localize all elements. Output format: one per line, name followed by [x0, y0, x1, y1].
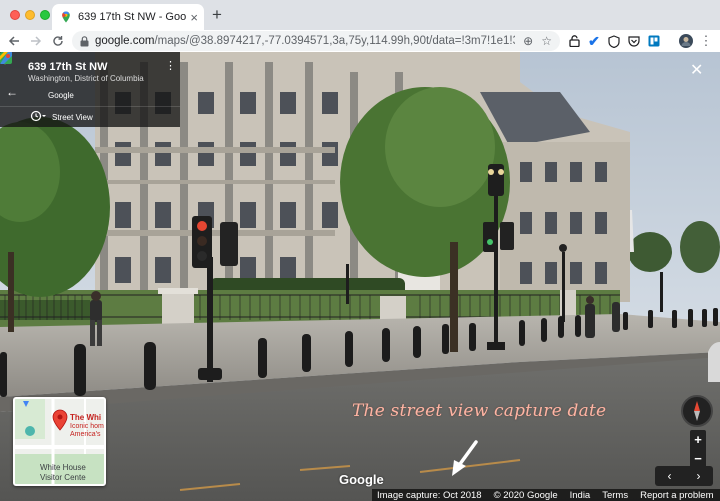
close-icon[interactable]: ✕ [690, 63, 703, 79]
minimap[interactable]: The Whi Iconic hom America's White House… [13, 397, 106, 486]
address-bar[interactable]: google.com/maps/@38.8974217,-77.0394571,… [72, 31, 560, 51]
country-link[interactable]: India [570, 490, 591, 501]
place-label: The Whi [70, 413, 102, 422]
trello-icon[interactable] [646, 33, 662, 49]
browser-toolbar: google.com/maps/@38.8974217,-77.0394571,… [0, 30, 720, 52]
window-maximize-button[interactable] [40, 10, 50, 20]
location-pin-icon [52, 409, 68, 431]
location-info-card: ← 639 17th St NW Washington, District of… [0, 52, 180, 127]
pan-left-button[interactable]: ‹ [655, 466, 684, 486]
visitor-center-label: White House [40, 463, 86, 472]
google-watermark: Google [339, 472, 384, 487]
google-maps-logo-icon [0, 52, 12, 64]
shield-icon[interactable] [606, 33, 622, 49]
new-tab-button[interactable]: + [212, 5, 222, 25]
url-path: /maps/@38.8974217,-77.0394571,3a,75y,114… [154, 35, 515, 47]
image-capture-date: Image capture: Oct 2018 [377, 489, 482, 501]
address-subtitle: Washington, District of Columbia [28, 74, 144, 83]
divider [0, 106, 180, 107]
tab-title: 639 17th St NW - Google Maps [78, 11, 187, 23]
lock-icon [80, 35, 89, 46]
tab-close-button[interactable]: × [190, 11, 198, 24]
zoom-control: + − [690, 430, 706, 468]
google-maps-favicon-icon [62, 11, 70, 23]
back-arrow-icon[interactable] [5, 32, 23, 50]
street-view-label: Street View [52, 113, 93, 122]
back-arrow-icon[interactable]: ← [6, 85, 18, 99]
street-view-panorama[interactable]: ← 639 17th St NW Washington, District of… [0, 52, 720, 501]
window-close-button[interactable] [10, 10, 20, 20]
more-options-icon[interactable]: ⋮ [165, 61, 176, 72]
bookmark-star-icon[interactable]: ☆ [541, 34, 552, 48]
forward-arrow-icon[interactable] [27, 32, 45, 50]
zoom-in-button[interactable]: + [690, 430, 706, 449]
reload-icon[interactable] [49, 32, 67, 50]
pan-right-button[interactable]: › [684, 466, 713, 486]
check-icon[interactable]: ✔ [586, 33, 602, 49]
place-description: Iconic hom [70, 423, 104, 430]
url-text: google.com/maps/@38.8974217,-77.0394571,… [95, 35, 515, 47]
visitor-center-label: Visitor Cente [40, 473, 86, 482]
browser-tab[interactable]: 639 17th St NW - Google Maps × [52, 4, 204, 30]
address-title: 639 17th St NW [28, 61, 108, 73]
menu-icon[interactable]: ⋮ [698, 33, 714, 49]
place-description: America's [70, 431, 101, 438]
report-problem-link[interactable]: Report a problem [640, 490, 713, 501]
location-target-icon[interactable]: ⊕ [523, 34, 533, 48]
window-minimize-button[interactable] [25, 10, 35, 20]
imagery-source: Google [48, 91, 74, 100]
profile-avatar[interactable] [678, 33, 694, 49]
browser-tab-strip: 639 17th St NW - Google Maps × + [0, 0, 720, 30]
compass-icon[interactable] [681, 395, 713, 427]
pan-control: ‹ › [655, 466, 713, 486]
pocket-icon[interactable] [626, 33, 642, 49]
url-host: google.com [95, 35, 155, 47]
copyright-text: © 2020 Google [493, 489, 558, 501]
annotation-text: The street view capture date [352, 401, 607, 421]
terms-link[interactable]: Terms [602, 490, 628, 501]
lock-icon[interactable] [566, 33, 582, 49]
attribution-bar: Image capture: Oct 2018 © 2020 Google In… [372, 489, 720, 501]
